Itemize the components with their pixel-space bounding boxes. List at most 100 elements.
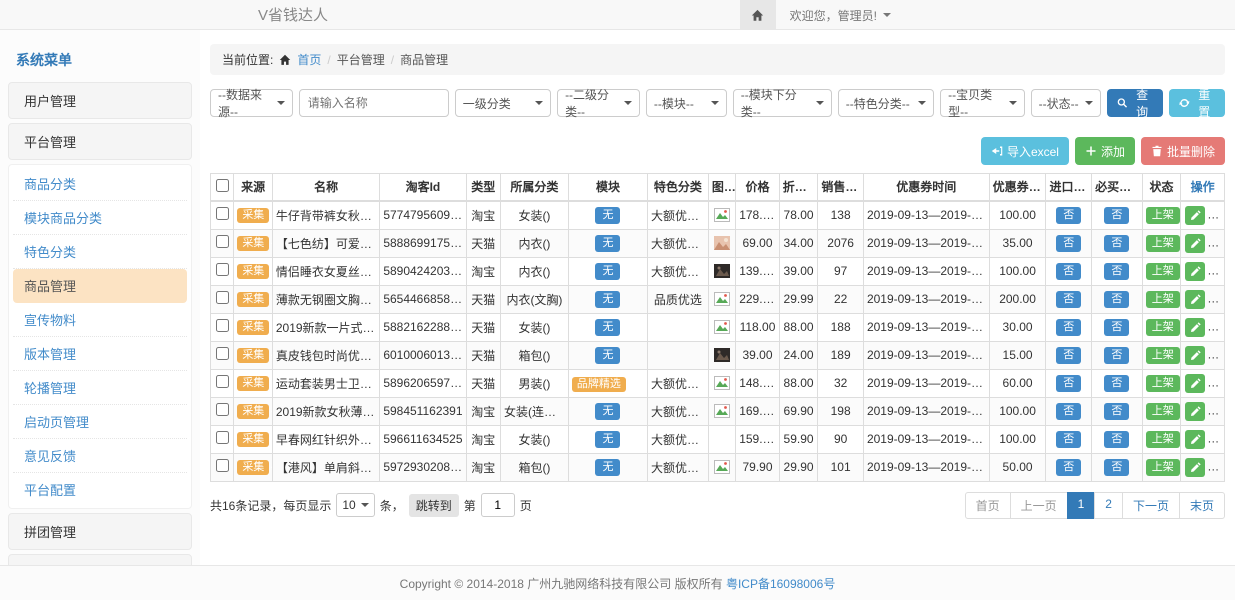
filter-select-5[interactable]: --特色分类-- — [838, 89, 934, 117]
import-select-cell: 否 — [1046, 453, 1092, 481]
import-icon — [991, 145, 1003, 157]
refresh-icon — [1179, 97, 1190, 109]
edit-button[interactable] — [1185, 318, 1205, 337]
row-checkbox[interactable] — [216, 319, 229, 332]
edit-button[interactable] — [1185, 374, 1205, 393]
select-all-checkbox[interactable] — [216, 179, 229, 192]
price-cell: 39.00 — [736, 341, 780, 369]
row-checkbox[interactable] — [216, 207, 229, 220]
search-button[interactable]: 查询 — [1107, 89, 1163, 117]
taoke-id-cell: 589042420344 — [380, 257, 466, 285]
filter-select-label: --特色分类-- — [846, 95, 910, 112]
sidebar-item-2[interactable]: 拼团管理 — [8, 513, 192, 550]
sidebar-subitem[interactable]: 特色分类 — [13, 235, 187, 269]
taoke-id-cell: 565446685867 — [380, 285, 466, 313]
batch-delete-button[interactable]: 批量删除 — [1141, 137, 1225, 165]
pager: 首页上一页12下一页末页 — [966, 492, 1225, 519]
coupon-amount-cell: 60.00 — [989, 369, 1046, 397]
sidebar-subitem[interactable]: 平台配置 — [13, 473, 187, 506]
module-none-badge: 无 — [595, 235, 620, 252]
caret-down-icon — [535, 101, 543, 105]
coupon-time-cell: 2019-09-13—2019-09-17 — [863, 285, 989, 313]
pager-button-2[interactable]: 2 — [1094, 492, 1123, 519]
name-cell: 情侣睡衣女夏丝绸男士... — [272, 257, 379, 285]
module-none-badge: 无 — [595, 207, 620, 224]
edit-button[interactable] — [1185, 346, 1205, 365]
source-badge: 采集 — [237, 348, 269, 363]
type-cell: 天猫 — [466, 341, 500, 369]
sidebar-subitem[interactable]: 轮播管理 — [13, 371, 187, 405]
breadcrumb-home-link[interactable]: 首页 — [297, 51, 321, 68]
icp-link[interactable]: 粤ICP备16098006号 — [726, 575, 835, 592]
sales-cell: 188 — [818, 313, 864, 341]
row-checkbox[interactable] — [216, 431, 229, 444]
table-row: 采集薄款无钢圈文胸聚拢性...565446685867天猫内衣(文胸)无品质优选… — [211, 285, 1225, 313]
category-cell: 内衣() — [500, 229, 568, 257]
pager-button-1[interactable]: 1 — [1067, 492, 1096, 519]
row-checkbox[interactable] — [216, 403, 229, 416]
coupon-amount-cell: 100.00 — [989, 257, 1046, 285]
per-page-select[interactable]: 10 — [336, 493, 374, 517]
sidebar-subitem[interactable]: 商品管理 — [13, 269, 187, 303]
category-cell: 女装(连衣裙) — [500, 397, 568, 425]
pager-button-首页[interactable]: 首页 — [965, 492, 1011, 519]
home-button[interactable] — [740, 0, 776, 30]
row-checkbox[interactable] — [216, 263, 229, 276]
row-checkbox[interactable] — [216, 375, 229, 388]
sidebar-item-1[interactable]: 平台管理 — [8, 123, 192, 160]
sidebar-subitem[interactable]: 启动页管理 — [13, 405, 187, 439]
page-number-input[interactable] — [481, 493, 515, 517]
filter-select-3[interactable]: --模块-- — [646, 89, 727, 117]
sidebar-item-3[interactable]: 省惠快报 — [8, 554, 192, 565]
sidebar-subitem[interactable]: 宣传物料 — [13, 303, 187, 337]
reset-button[interactable]: 重置 — [1169, 89, 1225, 117]
filter-select-2[interactable]: --二级分类-- — [557, 89, 640, 117]
jump-prefix: 第 — [464, 497, 476, 514]
row-checkbox[interactable] — [216, 347, 229, 360]
edit-button[interactable] — [1185, 290, 1205, 309]
pager-button-下一页[interactable]: 下一页 — [1122, 492, 1180, 519]
name-search-input[interactable] — [299, 89, 449, 117]
import-select-cell: 否 — [1046, 369, 1092, 397]
edit-button[interactable] — [1185, 206, 1205, 225]
import-excel-button[interactable]: 导入excel — [981, 137, 1069, 165]
edit-button[interactable] — [1185, 402, 1205, 421]
import-select-badge: 否 — [1056, 347, 1081, 364]
filter-select-6[interactable]: --宝贝类型-- — [940, 89, 1025, 117]
row-select-cell — [211, 201, 234, 230]
jump-to-button[interactable]: 跳转到 — [409, 494, 459, 517]
edit-button[interactable] — [1185, 262, 1205, 281]
source-cell: 采集 — [234, 369, 273, 397]
operations-cell — [1181, 313, 1225, 341]
row-checkbox[interactable] — [216, 459, 229, 472]
sidebar-subitem[interactable]: 版本管理 — [13, 337, 187, 371]
row-checkbox[interactable] — [216, 235, 229, 248]
row-checkbox[interactable] — [216, 291, 229, 304]
product-thumbnail — [714, 348, 730, 362]
add-button[interactable]: 添加 — [1075, 137, 1135, 165]
coupon-amount-cell: 100.00 — [989, 425, 1046, 453]
edit-button[interactable] — [1185, 430, 1205, 449]
filter-select-label: --模块-- — [654, 95, 694, 112]
module-none-badge: 无 — [595, 403, 620, 420]
sidebar-subitem[interactable]: 意见反馈 — [13, 439, 187, 473]
coupon-time-cell: 2019-09-13—2019-09-17 — [863, 397, 989, 425]
pager-button-末页[interactable]: 末页 — [1179, 492, 1225, 519]
user-menu[interactable]: 欢迎您，管理员! — [776, 0, 905, 30]
name-cell: 早春网红针织外套女春... — [272, 425, 379, 453]
search-button-label: 查询 — [1131, 86, 1152, 120]
filter-select-4[interactable]: --模块下分类-- — [733, 89, 832, 117]
pager-button-上一页[interactable]: 上一页 — [1010, 492, 1068, 519]
discount-price-cell: 78.00 — [779, 201, 818, 230]
edit-button[interactable] — [1185, 458, 1205, 477]
sidebar-item-0[interactable]: 用户管理 — [8, 82, 192, 119]
edit-button[interactable] — [1185, 234, 1205, 253]
filter-select-7[interactable]: --状态-- — [1031, 89, 1101, 117]
pagination-bar: 共16条记录，每页显示 10 条， 跳转到 第 页 首页上一页12下一页末页 — [210, 492, 1225, 519]
sidebar-subitem[interactable]: 商品分类 — [13, 167, 187, 201]
sidebar-subitem[interactable]: 模块商品分类 — [13, 201, 187, 235]
filter-select-0[interactable]: --数据来源-- — [210, 89, 293, 117]
filter-select-1[interactable]: 一级分类 — [455, 89, 551, 117]
must-buy-cell: 否 — [1092, 285, 1143, 313]
source-badge: 采集 — [237, 432, 269, 447]
